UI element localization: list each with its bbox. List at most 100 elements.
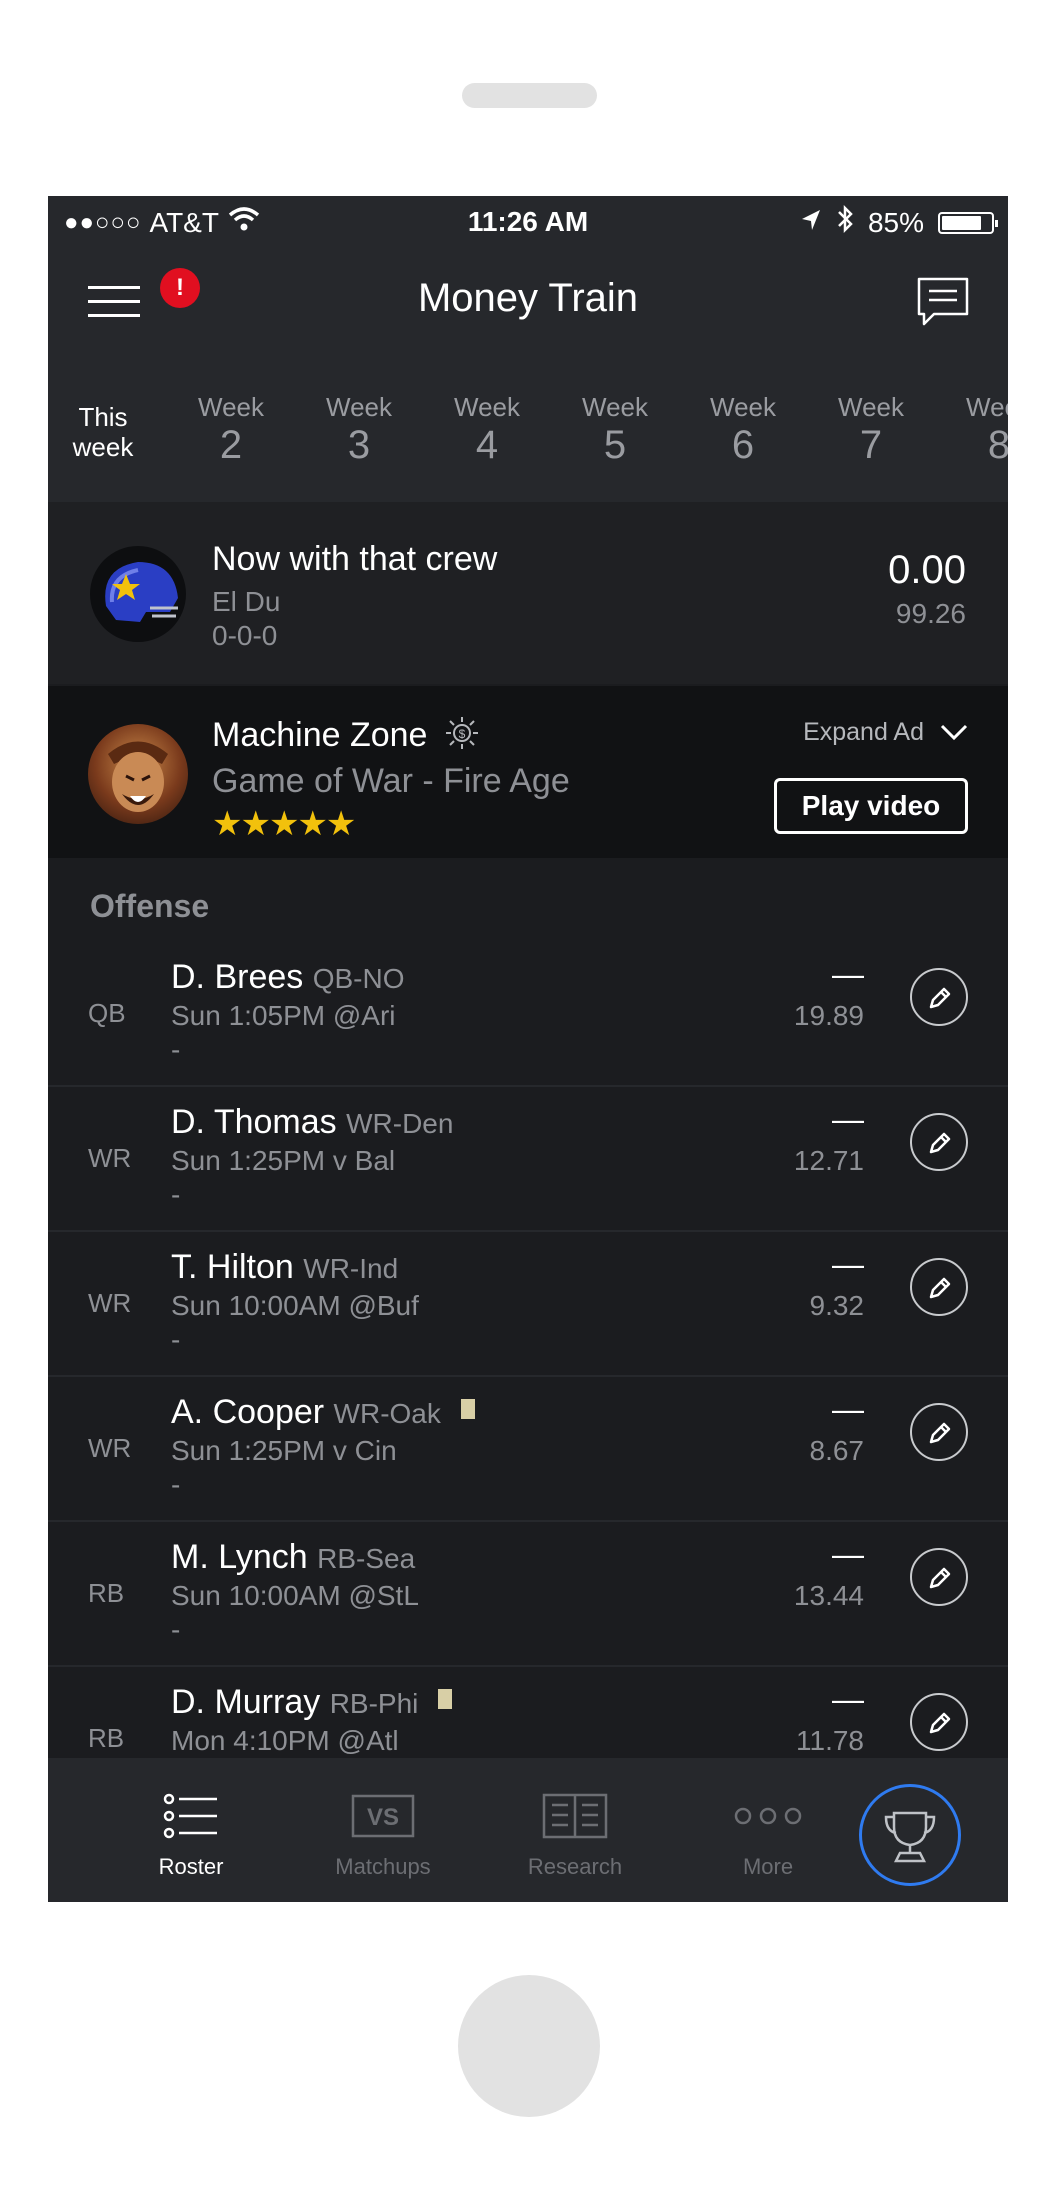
ad-game-title: Game of War - Fire Age — [212, 762, 570, 800]
week-selector: This week Week 2 Week 3 Week 4 Week 5 Week 6 Week 7 We… — [48, 356, 1008, 502]
week-tab-0[interactable]: This week — [48, 402, 158, 462]
player-score: — — [832, 1101, 864, 1137]
player-name-line: T. Hilton WR-Ind — [171, 1248, 398, 1287]
chevron-down-icon — [940, 724, 968, 740]
week-tab-number: 4 — [475, 423, 499, 467]
week-tab-number: week — [72, 432, 134, 462]
nav-research[interactable]: Research — [505, 1788, 645, 1880]
svg-text:VS: VS — [367, 1804, 399, 1831]
week-tab-4[interactable]: Week 5 — [560, 392, 670, 468]
ad-app-icon — [88, 724, 188, 824]
edit-player-button[interactable] — [910, 968, 968, 1026]
expand-ad-button[interactable]: Expand Ad — [803, 718, 968, 747]
battery-level — [942, 215, 981, 230]
sponsored-ad[interactable]: Machine Zone $ Game of War - Fire Age ★★… — [48, 686, 1008, 858]
pencil-icon — [929, 1422, 951, 1444]
player-projected: 9.32 — [809, 1290, 865, 1321]
team-helmet-logo — [90, 546, 186, 642]
player-name[interactable]: D. Murray — [171, 1683, 320, 1721]
week-tab-2[interactable]: Week 3 — [304, 392, 414, 468]
week-tab-6[interactable]: Week 7 — [816, 392, 926, 468]
player-team: WR-Oak — [333, 1398, 441, 1429]
edit-player-button[interactable] — [910, 1548, 968, 1606]
week-tab-label: Week — [582, 392, 648, 422]
week-tab-number: 5 — [603, 423, 627, 467]
player-game: Sun 1:25PM v Bal — [171, 1145, 396, 1176]
page-title: Money Train — [417, 276, 639, 320]
player-projected: 12.71 — [793, 1145, 864, 1176]
nav-matchups[interactable]: VS Matchups — [313, 1788, 453, 1880]
player-position: WR — [88, 1288, 132, 1318]
edit-player-button[interactable] — [910, 1258, 968, 1316]
player-name[interactable]: D. Thomas — [171, 1103, 337, 1141]
player-status: - — [171, 1469, 181, 1500]
player-name[interactable]: D. Brees — [171, 958, 303, 996]
location-arrow-icon — [800, 207, 822, 239]
player-team: RB-Phi — [329, 1688, 419, 1719]
week-tab-label: Week — [838, 392, 904, 422]
player-position: WR — [88, 1433, 132, 1463]
week-tab-number: 2 — [219, 423, 243, 467]
week-tab-7[interactable]: Week8 — [944, 392, 1008, 468]
ad-star-rating: ★★★★★ — [212, 805, 356, 843]
play-video-button[interactable]: Play video — [774, 778, 968, 834]
player-game: Sun 1:25PM v Cin — [171, 1435, 397, 1466]
player-position: RB — [88, 1723, 125, 1753]
player-name-line: M. Lynch RB-Sea — [171, 1538, 415, 1577]
week-tab-label: Week — [454, 392, 520, 422]
week-tab-label: Week — [198, 392, 264, 422]
nav-more[interactable]: More — [698, 1788, 838, 1880]
week-tab-number: 8 — [987, 423, 1008, 467]
battery-icon — [938, 211, 998, 234]
more-icon — [698, 1788, 838, 1844]
team-record: 0-0-0 — [212, 620, 278, 651]
player-game: Sun 10:00AM @Buf — [171, 1290, 419, 1321]
player-status: - — [171, 1034, 181, 1065]
week-tab-5[interactable]: Week 6 — [688, 392, 798, 468]
week-tab-number: 3 — [347, 423, 371, 467]
app-screen: ●●○○○ AT&T 11:26 AM 85% ! Money Train Th… — [48, 196, 1008, 1902]
roster-section-label: Offense — [90, 888, 210, 924]
player-projected: 13.44 — [793, 1580, 864, 1611]
player-projected: 11.78 — [796, 1725, 864, 1756]
player-position: RB — [88, 1578, 125, 1608]
player-row[interactable]: WR T. Hilton WR-Ind Sun 10:00AM @Buf - —9.32 — [48, 1232, 1008, 1377]
edit-player-button[interactable] — [910, 1113, 968, 1171]
week-tab-label: Week — [326, 392, 392, 422]
week-tab-1[interactable]: Week 2 — [176, 392, 286, 468]
player-row[interactable]: RB M. Lynch RB-Sea Sun 10:00AM @StL - —13.44 — [48, 1522, 1008, 1667]
bottom-navigation: Roster VS Matchups Research More — [48, 1758, 1008, 1902]
note-icon[interactable] — [438, 1689, 453, 1709]
week-tab-3[interactable]: Week 4 — [432, 392, 542, 468]
player-status: - — [171, 1179, 181, 1210]
player-status: - — [171, 1324, 181, 1355]
device-home-button[interactable] — [458, 1975, 600, 2117]
player-game: Mon 4:10PM @Atl — [171, 1725, 399, 1756]
player-status: - — [171, 1614, 181, 1645]
player-projected: 19.89 — [793, 1000, 864, 1031]
player-score: — — [832, 956, 864, 992]
player-name[interactable]: A. Cooper — [171, 1393, 324, 1431]
book-icon — [505, 1788, 645, 1844]
player-row[interactable]: QB D. Brees QB-NO Sun 1:05PM @Ari - —19.89 — [48, 942, 1008, 1087]
player-team: WR-Den — [346, 1108, 454, 1139]
team-projected-score: 99.26 — [895, 598, 966, 629]
chat-button[interactable] — [916, 276, 970, 330]
player-name[interactable]: T. Hilton — [171, 1248, 294, 1286]
player-row[interactable]: WR D. Thomas WR-Den Sun 1:25PM v Bal - —12.7… — [48, 1087, 1008, 1232]
trophy-icon — [884, 1811, 936, 1863]
player-name-line: D. Brees QB-NO — [171, 958, 405, 997]
week-tab-number: 7 — [859, 423, 883, 467]
trophy-button[interactable] — [859, 1784, 961, 1886]
week-tab-label: This — [78, 402, 128, 432]
list-icon — [121, 1788, 261, 1844]
player-name[interactable]: M. Lynch — [171, 1538, 308, 1576]
bluetooth-icon — [836, 204, 854, 241]
player-row[interactable]: WR A. Cooper WR-Oak Sun 1:25PM v Cin - —8.67 — [48, 1377, 1008, 1522]
nav-roster[interactable]: Roster — [121, 1788, 261, 1880]
team-summary[interactable]: Now with that crew El Du 0-0-0 0.00 99.2… — [48, 502, 1008, 684]
note-icon[interactable] — [460, 1399, 475, 1419]
week-tab-number: 6 — [731, 423, 755, 467]
edit-player-button[interactable] — [910, 1693, 968, 1751]
edit-player-button[interactable] — [910, 1403, 968, 1461]
